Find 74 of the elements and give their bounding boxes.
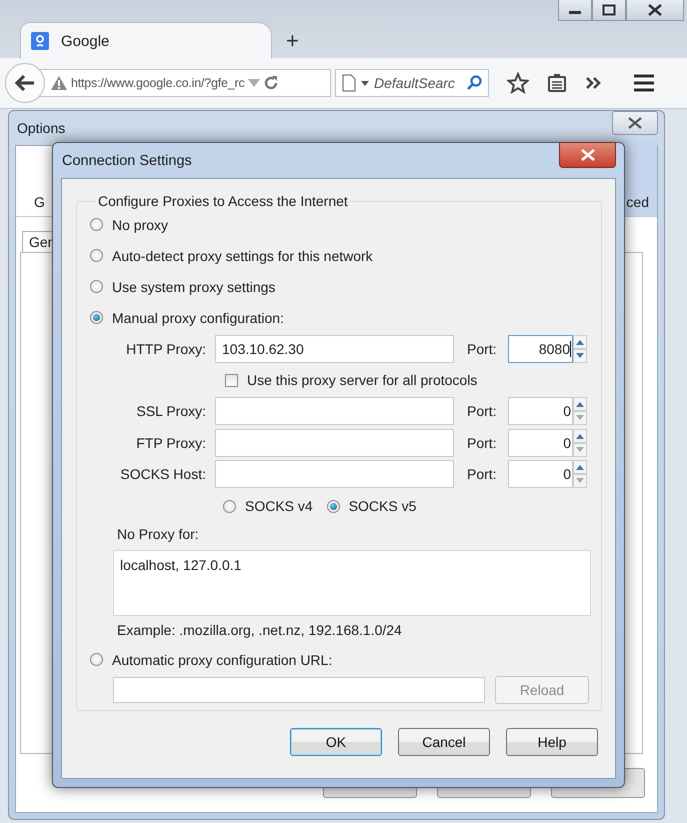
proxy-field[interactable] — [215, 397, 454, 426]
field-label: Port: — [467, 340, 498, 357]
tab-title: Google — [61, 32, 110, 50]
close-icon — [627, 117, 643, 129]
radio-label[interactable]: Automatic proxy configuration URL: — [112, 652, 332, 668]
checkbox[interactable] — [225, 374, 238, 386]
field-label: Port: — [467, 403, 498, 420]
dropdown-icon — [248, 79, 260, 87]
radio-label[interactable]: No proxy — [112, 216, 168, 232]
group-title: Configure Proxies to Access the Internet — [97, 193, 349, 209]
spinner-control[interactable] — [573, 334, 587, 363]
port-field[interactable]: 8080 — [508, 334, 573, 363]
proxy-field[interactable]: 103.10.62.30 — [215, 334, 454, 363]
port-field[interactable]: 0 — [508, 397, 573, 426]
address-bar[interactable]: https://www.google.co.in/?gfe_rc — [39, 69, 331, 97]
field-label: Port: — [467, 434, 498, 451]
warning-icon — [50, 75, 68, 91]
overflow-icon[interactable] — [585, 76, 603, 90]
maximize-button[interactable] — [592, 0, 626, 21]
spinner-control[interactable] — [573, 428, 587, 457]
dialog-title: Connection Settings — [62, 152, 192, 168]
close-button[interactable] — [612, 111, 658, 135]
field-label: Port: — [467, 466, 498, 482]
proxy-field[interactable] — [215, 428, 454, 457]
field-label: SOCKS Host: — [119, 466, 206, 482]
proxy-field[interactable] — [215, 460, 454, 488]
radio-label[interactable]: SOCKS v5 — [348, 498, 416, 514]
maximize-icon — [602, 4, 616, 16]
port-field[interactable]: 0 — [508, 460, 573, 488]
radio-label[interactable]: Auto-detect proxy settings for this network — [112, 248, 373, 264]
radio-button[interactable] — [90, 249, 103, 262]
window-title: Options — [17, 120, 66, 136]
radio-label[interactable]: Use system proxy settings — [112, 278, 276, 294]
star-icon[interactable] — [507, 72, 529, 94]
checkbox-label[interactable]: Use this proxy server for all protocols — [247, 372, 478, 388]
radio-button[interactable] — [90, 218, 103, 231]
radio-button[interactable] — [90, 311, 103, 324]
minimize-button[interactable] — [558, 0, 592, 21]
radio-label[interactable]: Manual proxy configuration: — [112, 310, 284, 326]
radio-button[interactable] — [90, 653, 103, 666]
radio-button[interactable] — [326, 500, 340, 512]
close-button[interactable] — [559, 142, 616, 168]
close-icon — [580, 148, 596, 160]
page-icon — [342, 74, 356, 92]
close-icon — [647, 4, 663, 16]
field-label: FTP Proxy: — [135, 434, 206, 451]
back-button[interactable] — [5, 63, 45, 103]
radio-button[interactable] — [223, 500, 236, 512]
spinner-control[interactable] — [573, 460, 587, 488]
field-label: No Proxy for: — [116, 525, 200, 544]
example-text: Example: .mozilla.org, .net.nz, 192.168.1.0/24 — [116, 621, 403, 640]
options-tab[interactable]: G — [16, 194, 45, 216]
dialog-button[interactable]: Cancel — [398, 728, 490, 756]
back-arrow-icon — [14, 73, 36, 93]
dialog-button[interactable]: Help — [506, 728, 598, 756]
new-tab-button[interactable]: + — [286, 28, 299, 54]
field-label: HTTP Proxy: — [125, 340, 206, 357]
reading-list-icon[interactable] — [547, 73, 567, 93]
search-field[interactable]: DefaultSearc — [335, 69, 489, 97]
url-field[interactable] — [113, 677, 485, 703]
menu-icon[interactable] — [633, 74, 655, 92]
browser-tab[interactable]: Google — [20, 22, 272, 59]
reload-icon[interactable] — [262, 75, 279, 91]
spinner-control[interactable] — [573, 397, 587, 426]
dialog-button[interactable]: OK — [290, 728, 382, 756]
search-icon[interactable] — [466, 75, 482, 91]
radio-label[interactable]: SOCKS v4 — [245, 498, 313, 514]
url-text: https://www.google.co.in/?gfe_rc — [71, 76, 245, 90]
radio-button[interactable] — [90, 280, 103, 293]
no-proxy-field[interactable]: localhost, 127.0.0.1 — [113, 550, 591, 616]
dropdown-icon — [361, 80, 369, 86]
port-field[interactable]: 0 — [508, 428, 573, 457]
field-label: SSL Proxy: — [135, 403, 206, 420]
close-button[interactable] — [626, 0, 684, 21]
